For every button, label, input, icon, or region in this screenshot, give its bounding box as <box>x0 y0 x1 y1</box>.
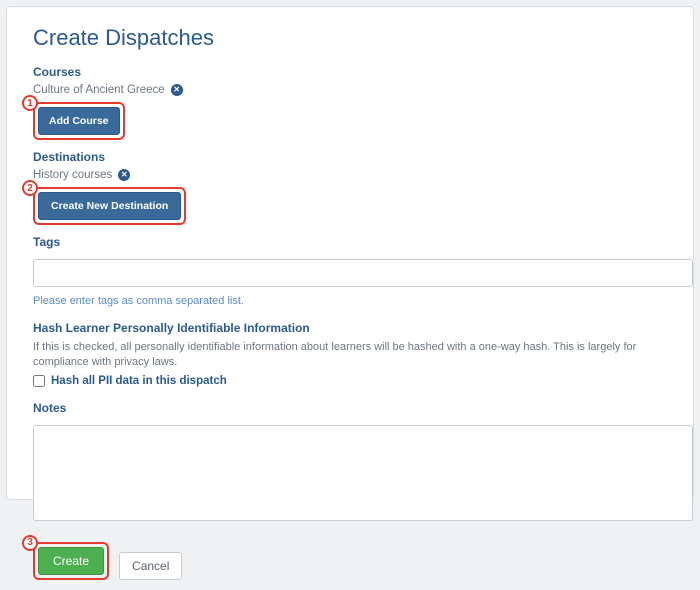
create-dispatches-panel: Create Dispatches Courses Culture of Anc… <box>6 6 694 500</box>
notes-label: Notes <box>33 401 667 415</box>
tags-label: Tags <box>33 235 667 249</box>
hash-checkbox-row: Hash all PII data in this dispatch <box>33 375 667 387</box>
annotation-1: 1 Add Course <box>33 102 125 140</box>
hash-checkbox[interactable] <box>33 375 45 387</box>
create-destination-button[interactable]: Create New Destination <box>38 192 181 220</box>
course-item: Culture of Ancient Greece ✕ <box>33 84 667 96</box>
tags-hint: Please enter tags as comma separated lis… <box>33 295 667 307</box>
course-item-name: Culture of Ancient Greece <box>33 84 165 96</box>
remove-course-icon[interactable]: ✕ <box>171 84 183 96</box>
cancel-button[interactable]: Cancel <box>119 552 182 580</box>
hash-heading: Hash Learner Personally Identifiable Inf… <box>33 321 667 335</box>
destinations-label: Destinations <box>33 150 667 164</box>
hash-description: If this is checked, all personally ident… <box>33 340 667 371</box>
annotation-badge-3: 3 <box>22 535 38 551</box>
annotation-badge-1: 1 <box>22 95 38 111</box>
notes-textarea[interactable] <box>33 425 693 521</box>
add-course-button[interactable]: Add Course <box>38 107 120 135</box>
footer-row: 3 Create Cancel <box>33 542 667 590</box>
annotation-2: 2 Create New Destination <box>33 187 186 225</box>
tags-input[interactable] <box>33 259 693 287</box>
hash-checkbox-label: Hash all PII data in this dispatch <box>51 375 227 387</box>
annotation-badge-2: 2 <box>22 180 38 196</box>
page-title: Create Dispatches <box>33 25 667 51</box>
destination-item-name: History courses <box>33 169 112 181</box>
annotation-3: 3 Create <box>33 542 109 580</box>
destination-item: History courses ✕ <box>33 169 667 181</box>
create-button[interactable]: Create <box>38 547 104 575</box>
remove-destination-icon[interactable]: ✕ <box>118 169 130 181</box>
courses-label: Courses <box>33 65 667 79</box>
